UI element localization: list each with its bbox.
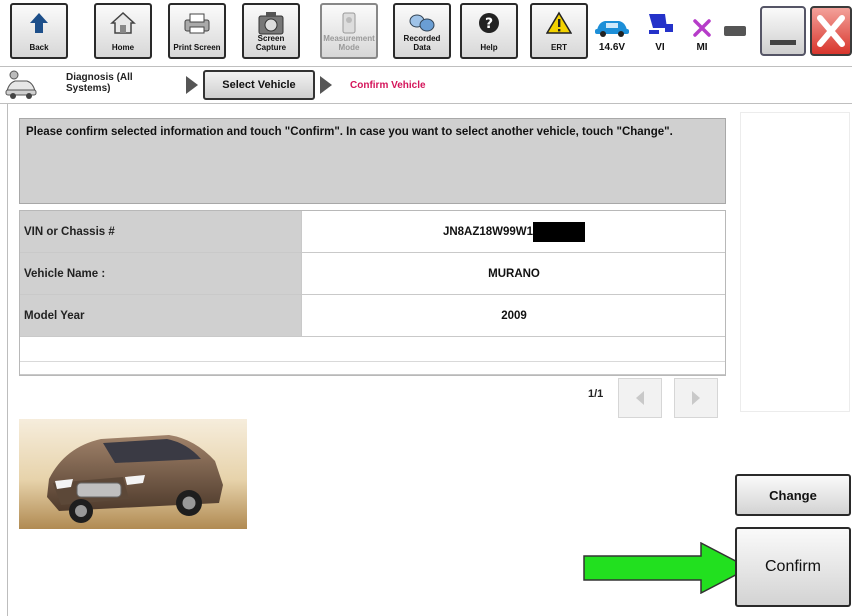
vehicle-image	[19, 419, 247, 529]
breadcrumb-diagnosis[interactable]: Diagnosis (All Systems)	[66, 72, 166, 94]
previous-page-button[interactable]	[618, 378, 662, 418]
help-icon: ?	[462, 9, 516, 37]
measurement-mode-button[interactable]: Measurement Mode	[320, 3, 378, 59]
vehicle-name-label: Vehicle Name :	[20, 253, 302, 294]
change-button[interactable]: Change	[735, 474, 851, 516]
home-icon	[96, 9, 150, 37]
minimize-icon	[770, 40, 796, 45]
back-arrow-icon	[12, 9, 66, 37]
home-label: Home	[111, 43, 135, 52]
recorded-data-icon	[395, 9, 449, 37]
table-row: Vehicle Name : MURANO	[20, 253, 725, 295]
screen-capture-label: Screen Capture	[255, 34, 287, 52]
vin-label: VIN or Chassis #	[20, 211, 302, 252]
minimize-button[interactable]	[760, 6, 806, 56]
breadcrumb-select-vehicle[interactable]: Select Vehicle	[203, 70, 315, 100]
model-year-value: 2009	[501, 309, 527, 322]
mi-status: MI	[680, 8, 724, 58]
screen-capture-button[interactable]: Screen Capture	[242, 3, 300, 59]
confirm-button[interactable]: Confirm	[735, 527, 851, 607]
ert-label: ERT	[551, 43, 567, 52]
vi-status: VI	[638, 8, 682, 58]
pointer-arrow-icon	[583, 542, 751, 594]
mi-disconnected-icon	[680, 8, 724, 38]
print-screen-button[interactable]: Print Screen	[168, 3, 226, 59]
vin-value-cell: JN8AZ18W99W1	[303, 211, 725, 252]
back-label: Back	[29, 43, 49, 52]
home-button[interactable]: Home	[94, 3, 152, 59]
table-row: VIN or Chassis # JN8AZ18W99W1	[20, 211, 725, 253]
warning-icon	[532, 9, 586, 37]
empty-table-row	[20, 337, 725, 375]
next-page-button[interactable]	[674, 378, 718, 418]
recorded-data-button[interactable]: Recorded Data	[393, 3, 451, 59]
chevron-right-icon	[692, 391, 700, 405]
recorded-data-label: Recorded Data	[403, 34, 441, 52]
svg-text:?: ?	[485, 16, 493, 32]
camera-icon	[244, 9, 298, 37]
back-button[interactable]: Back	[10, 3, 68, 59]
help-label: Help	[480, 43, 498, 52]
car-battery-icon	[590, 8, 634, 38]
diagnosis-car-icon	[5, 70, 37, 99]
vehicle-name-value: MURANO	[488, 267, 540, 280]
close-icon	[817, 15, 845, 47]
vi-interface-icon	[638, 8, 682, 38]
model-year-label: Model Year	[20, 295, 302, 336]
breadcrumb-confirm-vehicle: Confirm Vehicle	[350, 80, 426, 91]
instruction-message: Please confirm selected information and …	[19, 118, 726, 204]
measurement-icon	[322, 9, 376, 37]
mi-label: MI	[696, 42, 708, 53]
breadcrumb: Diagnosis (All Systems) Select Vehicle C…	[0, 66, 852, 104]
right-panel	[740, 112, 850, 412]
battery-voltage-status: 14.6V	[590, 8, 634, 58]
breadcrumb-arrow-icon	[186, 76, 198, 94]
page-indicator: 1/1	[588, 388, 604, 400]
vin-value: JN8AZ18W99W1	[442, 225, 534, 238]
ert-button[interactable]: ERT	[530, 3, 588, 59]
left-border	[7, 104, 8, 616]
printer-icon	[170, 9, 224, 37]
print-screen-label: Print Screen	[173, 43, 221, 52]
measurement-mode-label: Measurement Mode	[323, 34, 375, 52]
battery-indicator-icon	[724, 26, 746, 36]
app-window: Back Home Print Screen Screen Capture Me…	[0, 0, 852, 616]
help-button[interactable]: ? Help	[460, 3, 518, 59]
vehicle-info-table: VIN or Chassis # JN8AZ18W99W1 Vehicle Na…	[19, 210, 726, 376]
chevron-left-icon	[636, 391, 644, 405]
table-row: Model Year 2009	[20, 295, 725, 337]
battery-voltage-label: 14.6V	[598, 42, 626, 53]
toolbar: Back Home Print Screen Screen Capture Me…	[0, 0, 852, 64]
breadcrumb-arrow-icon	[320, 76, 332, 94]
vi-label: VI	[655, 42, 665, 53]
close-button[interactable]	[810, 6, 852, 56]
vin-redaction	[533, 221, 586, 242]
